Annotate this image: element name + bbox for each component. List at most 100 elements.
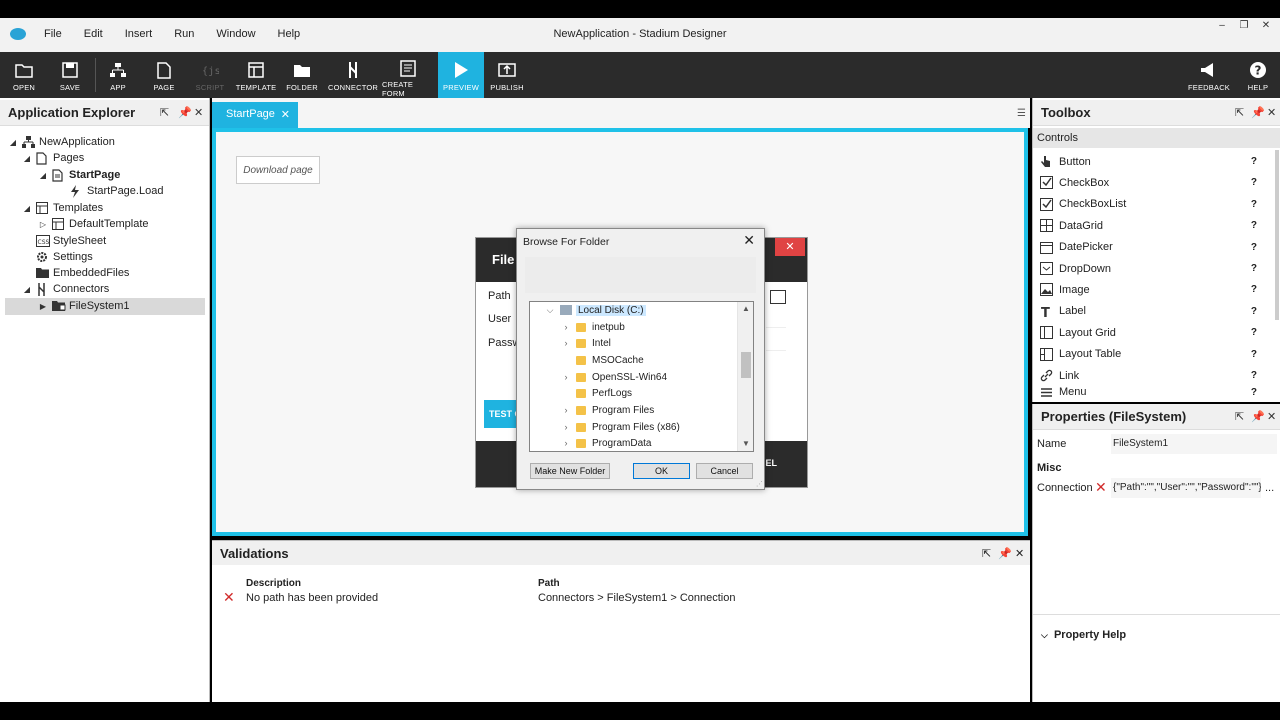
close-icon[interactable]: ✕: [1267, 410, 1276, 423]
toolbox-item-label[interactable]: T Label?: [1033, 301, 1273, 322]
password-field[interactable]: [766, 337, 786, 351]
user-field[interactable]: [766, 314, 786, 328]
float-icon[interactable]: ⇱: [982, 547, 991, 560]
scroll-thumb[interactable]: [741, 352, 751, 378]
folder-tree[interactable]: ⌵ Local Disk (C:) › inetpub › Intel MSOC…: [529, 301, 754, 452]
toolbox-item-layout-grid[interactable]: Layout Grid?: [1033, 322, 1273, 343]
tree-item-newapplication[interactable]: ◢ NewApplication: [8, 134, 115, 150]
folder-row[interactable]: › Program Files: [560, 402, 655, 418]
tree-item-embeddedfiles[interactable]: EmbeddedFiles: [36, 265, 129, 281]
tree-item-filesystem1[interactable]: ▶ FileSystem1: [38, 298, 130, 314]
create-form-button[interactable]: CREATE FORM: [382, 52, 434, 98]
connector-button[interactable]: CONNECTOR: [328, 52, 378, 98]
menu-run[interactable]: Run: [174, 28, 194, 40]
toolbox-item-button[interactable]: Button?: [1033, 151, 1273, 172]
resize-grip-icon[interactable]: ⋰: [756, 480, 763, 488]
folder-row[interactable]: › ProgramData: [560, 435, 652, 451]
expand-arrow-icon[interactable]: ›: [560, 338, 572, 348]
file-dialog-close-button[interactable]: ✕: [775, 238, 805, 256]
expand-arrow-icon[interactable]: ›: [560, 372, 572, 382]
folder-row[interactable]: MSOCache: [560, 352, 644, 368]
close-icon[interactable]: ✕: [743, 232, 755, 249]
make-new-folder-button[interactable]: Make New Folder: [530, 463, 610, 479]
browse-checkbox-icon[interactable]: [770, 290, 786, 304]
tree-item-startpage[interactable]: ◢ StartPage: [38, 167, 120, 183]
page-button[interactable]: PAGE: [146, 52, 182, 98]
help-icon[interactable]: ?: [1251, 387, 1257, 398]
ok-button[interactable]: OK: [633, 463, 690, 479]
name-field[interactable]: FileSystem1: [1111, 434, 1277, 454]
close-window-button[interactable]: ✕: [1260, 20, 1272, 31]
menu-edit[interactable]: Edit: [84, 28, 103, 40]
help-icon[interactable]: ?: [1251, 156, 1257, 167]
folder-row[interactable]: › Program Files (x86): [560, 419, 680, 435]
float-icon[interactable]: ⇱: [1235, 106, 1244, 119]
tab-menu-icon[interactable]: ☰: [1017, 108, 1026, 119]
toolbox-scrollbar[interactable]: [1275, 150, 1279, 320]
tree-item-startpage-load[interactable]: StartPage.Load: [70, 183, 163, 199]
toolbox-item-checkboxlist[interactable]: CheckBoxList?: [1033, 194, 1273, 215]
menu-window[interactable]: Window: [216, 28, 255, 40]
pin-icon[interactable]: 📌: [998, 547, 1012, 560]
help-icon[interactable]: ?: [1251, 349, 1257, 360]
tree-item-settings[interactable]: Settings: [36, 249, 93, 265]
folder-row[interactable]: › OpenSSL-Win64: [560, 369, 668, 385]
expand-arrow-icon[interactable]: ▶: [38, 302, 48, 311]
folder-row[interactable]: › inetpub: [560, 319, 625, 335]
open-button[interactable]: OPEN: [6, 52, 42, 98]
app-button[interactable]: APP: [100, 52, 136, 98]
expand-arrow-icon[interactable]: ▷: [38, 220, 48, 229]
menu-file[interactable]: File: [44, 28, 62, 40]
close-icon[interactable]: ✕: [1015, 547, 1024, 560]
toolbox-item-image[interactable]: Image?: [1033, 279, 1273, 300]
feedback-button[interactable]: FEEDBACK: [1188, 52, 1230, 98]
tree-item-defaulttemplate[interactable]: ▷ DefaultTemplate: [38, 216, 149, 232]
toolbox-item-dropdown[interactable]: DropDown?: [1033, 258, 1273, 279]
close-icon[interactable]: ✕: [1267, 106, 1276, 119]
collapse-arrow-icon[interactable]: ◢: [22, 204, 32, 213]
tree-item-connectors[interactable]: ◢ Connectors: [22, 281, 109, 297]
close-tab-icon[interactable]: ✕: [281, 108, 290, 121]
minimize-button[interactable]: –: [1216, 20, 1228, 31]
folder-row[interactable]: PerfLogs: [560, 385, 632, 401]
collapse-arrow-icon[interactable]: ◢: [38, 171, 48, 180]
template-button[interactable]: TEMPLATE: [236, 52, 276, 98]
collapse-arrow-icon[interactable]: ⌵: [544, 305, 556, 316]
pin-icon[interactable]: 📌: [1251, 410, 1265, 423]
float-icon[interactable]: ⇱: [1235, 410, 1244, 423]
tab-startpage[interactable]: StartPage ✕: [212, 102, 298, 128]
property-help-toggle[interactable]: ⌵ Property Help: [1041, 629, 1126, 641]
expand-arrow-icon[interactable]: ›: [560, 322, 572, 332]
cancel-button[interactable]: Cancel: [696, 463, 753, 479]
folder-row[interactable]: › Intel: [560, 335, 611, 351]
save-button[interactable]: SAVE: [52, 52, 88, 98]
collapse-arrow-icon[interactable]: ◢: [22, 285, 32, 294]
close-icon[interactable]: ✕: [194, 106, 203, 119]
toolbox-item-menu[interactable]: Menu?: [1033, 386, 1273, 398]
maximize-button[interactable]: ❐: [1238, 20, 1250, 31]
toolbox-item-datepicker[interactable]: DatePicker?: [1033, 237, 1273, 258]
help-icon[interactable]: ?: [1251, 263, 1257, 274]
help-icon[interactable]: ?: [1251, 220, 1257, 231]
toolbox-item-layout-table[interactable]: Layout Table?: [1033, 344, 1273, 365]
toolbox-item-link[interactable]: Link?: [1033, 365, 1273, 386]
menu-insert[interactable]: Insert: [125, 28, 153, 40]
collapse-arrow-icon[interactable]: ◢: [8, 138, 18, 147]
folder-tree-scrollbar[interactable]: ▲ ▼: [737, 302, 753, 451]
help-button[interactable]: ? HELP: [1240, 52, 1276, 98]
preview-button[interactable]: PREVIEW: [438, 52, 484, 98]
controls-section-header[interactable]: Controls: [1033, 128, 1280, 148]
pin-icon[interactable]: 📌: [178, 106, 192, 119]
pin-icon[interactable]: 📌: [1251, 106, 1265, 119]
help-icon[interactable]: ?: [1251, 199, 1257, 210]
menu-help[interactable]: Help: [278, 28, 301, 40]
expand-arrow-icon[interactable]: ›: [560, 438, 572, 448]
folder-row-local-disk[interactable]: ⌵ Local Disk (C:): [544, 302, 646, 318]
help-icon[interactable]: ?: [1251, 284, 1257, 295]
folder-button[interactable]: FOLDER: [284, 52, 320, 98]
help-icon[interactable]: ?: [1251, 242, 1257, 253]
expand-arrow-icon[interactable]: ›: [560, 405, 572, 415]
scroll-up-icon[interactable]: ▲: [738, 302, 753, 316]
collapse-arrow-icon[interactable]: ◢: [22, 154, 32, 163]
toolbox-item-datagrid[interactable]: DataGrid?: [1033, 215, 1273, 236]
